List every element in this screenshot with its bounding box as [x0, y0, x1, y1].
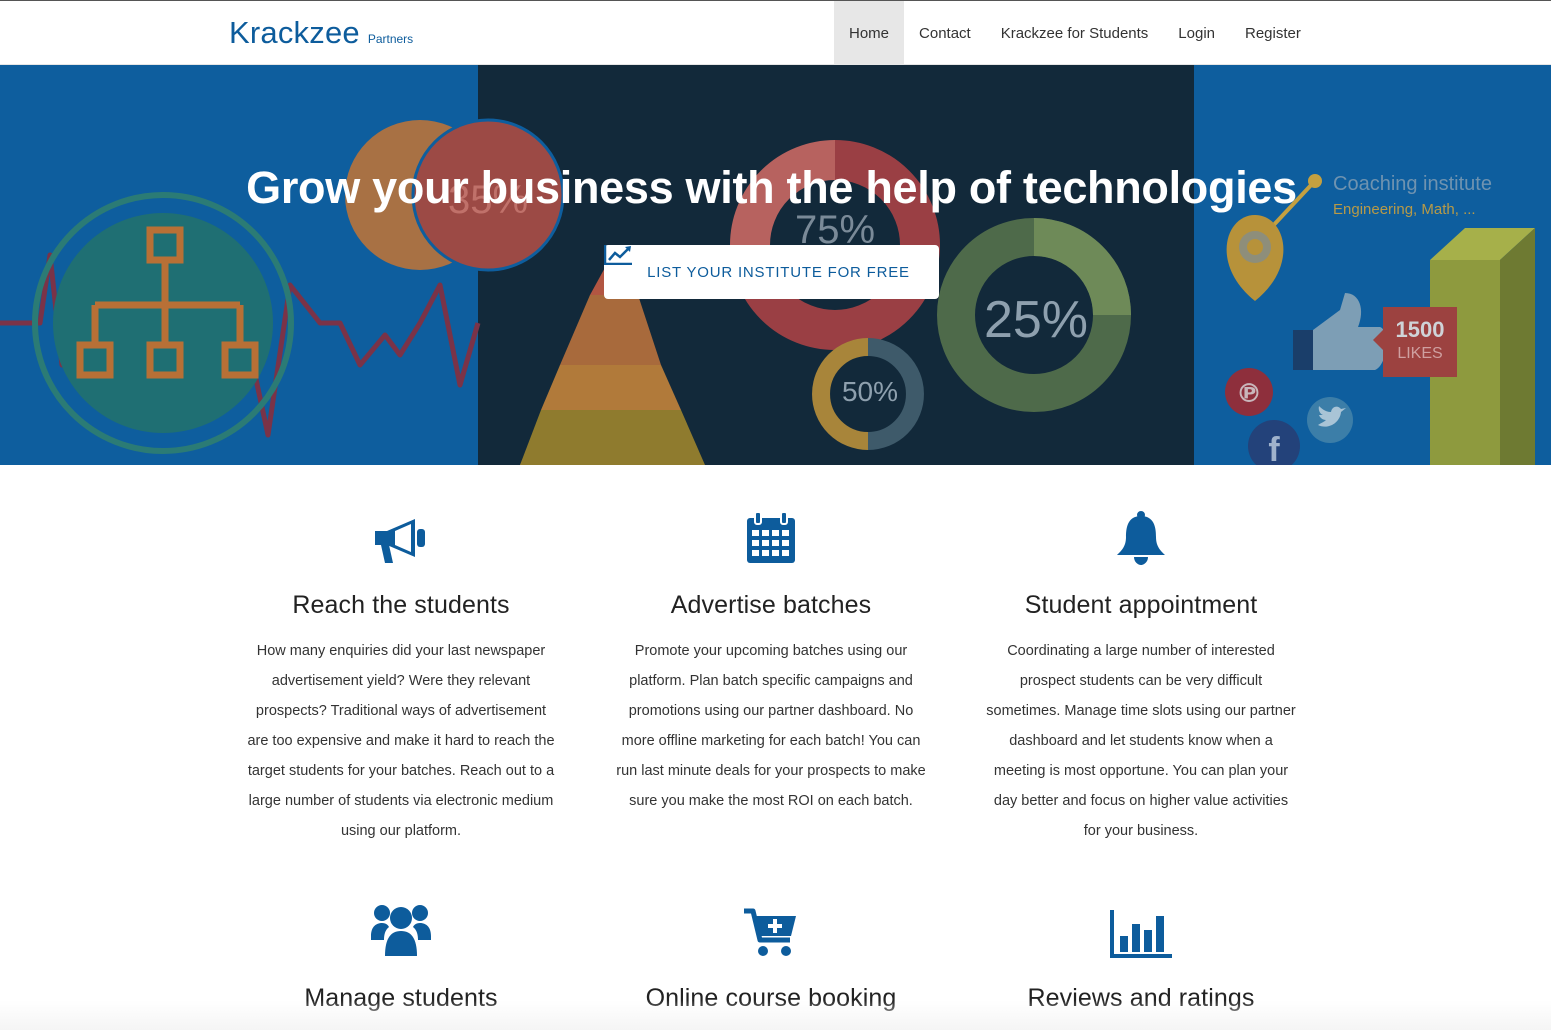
bottom-fade	[0, 1000, 1551, 1030]
feature-manage-students: Manage students	[231, 900, 571, 1013]
nav-item-home[interactable]: Home	[834, 1, 905, 65]
calendar-icon	[601, 507, 941, 565]
feature-advertise-batches: Advertise batches Promote your upcoming …	[601, 507, 941, 816]
top-navbar: Krackzee Partners Home Contact Krackzee …	[0, 0, 1551, 65]
feature-student-appointment: Student appointment Coordinating a large…	[971, 507, 1311, 846]
feature-title: Reach the students	[292, 591, 510, 619]
feature-description: How many enquiries did your last newspap…	[247, 643, 555, 839]
svg-text:LIKES: LIKES	[1397, 345, 1442, 362]
cart-plus-icon	[601, 900, 941, 958]
feature-online-course-booking: Online course booking	[601, 900, 941, 1013]
svg-text:50%: 50%	[842, 376, 898, 407]
feature-title: Advertise batches	[670, 591, 872, 619]
hero-title: Grow your business with the help of tech…	[246, 162, 1297, 213]
list-institute-label: LIST YOUR INSTITUTE FOR FREE	[647, 263, 910, 281]
svg-text:℗: ℗	[1236, 379, 1262, 409]
users-icon	[231, 900, 571, 958]
bell-icon	[971, 507, 1311, 565]
main-nav: Home Contact Krackzee for Students Login…	[834, 1, 1316, 65]
list-institute-button[interactable]: LIST YOUR INSTITUTE FOR FREE	[604, 245, 939, 299]
feature-reach-students: Reach the students How many enquiries di…	[231, 507, 571, 846]
brand-name: Krackzee	[229, 15, 360, 50]
feature-description: Promote your upcoming batches using our …	[616, 643, 926, 809]
feature-title: Student appointment	[1024, 591, 1258, 619]
feature-reviews-and-ratings: Reviews and ratings	[971, 900, 1311, 1013]
bar-chart-icon	[971, 900, 1311, 958]
hero-banner: 35% 75% 25% 50% Coaching institute Engin…	[0, 65, 1551, 465]
svg-text:1500: 1500	[1396, 317, 1445, 342]
nav-item-krackzee-for-students[interactable]: Krackzee for Students	[986, 1, 1164, 65]
nav-item-contact[interactable]: Contact	[904, 1, 986, 65]
megaphone-icon	[231, 507, 571, 565]
nav-item-register[interactable]: Register	[1230, 1, 1316, 65]
brand-subtitle: Partners	[367, 32, 414, 46]
svg-text:25%: 25%	[984, 291, 1088, 349]
nav-item-login[interactable]: Login	[1163, 1, 1230, 65]
feature-description: Coordinating a large number of intereste…	[986, 643, 1296, 839]
svg-text:f: f	[1268, 431, 1280, 465]
brand-logo-link[interactable]: Krackzee Partners	[229, 15, 413, 51]
